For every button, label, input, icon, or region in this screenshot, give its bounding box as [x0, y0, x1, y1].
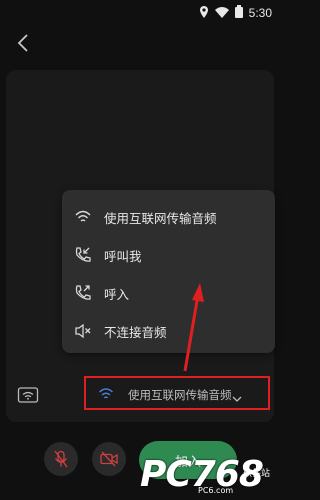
audio-selector-label: 使用互联网传输音频 [128, 388, 232, 402]
watermark-url: PC6.com [198, 486, 234, 495]
phone-incoming-icon [74, 284, 92, 302]
menu-item-label: 使用互联网传输音频 [104, 210, 217, 226]
status-bar: 5:30 [0, 0, 280, 22]
watermark-sub: 软件站 [243, 469, 271, 479]
status-time: 5:30 [248, 5, 272, 20]
wifi-signal-icon [214, 3, 229, 22]
wifi-icon [74, 208, 92, 226]
menu-item-internet-audio[interactable]: 使用互联网传输音频 [62, 198, 275, 236]
share-screen-button[interactable] [17, 386, 39, 406]
battery-icon [234, 3, 243, 22]
audio-options-menu: 使用互联网传输音频 呼叫我 呼入 不连接音频 [62, 190, 275, 353]
audio-source-selector[interactable]: 使用互联网传输音频 [84, 376, 270, 410]
menu-item-no-audio[interactable]: 不连接音频 [62, 312, 275, 350]
phone-callback-icon [74, 246, 92, 264]
mic-off-icon [54, 450, 68, 468]
menu-item-dial-in[interactable]: 呼入 [62, 274, 275, 312]
menu-item-call-me[interactable]: 呼叫我 [62, 236, 275, 274]
mute-mic-button[interactable] [44, 442, 78, 476]
share-screen-icon [17, 387, 39, 403]
video-off-icon [100, 451, 118, 467]
speaker-mute-icon [74, 322, 92, 340]
wifi-icon [98, 386, 114, 405]
menu-item-label: 呼叫我 [104, 248, 142, 264]
chevron-left-icon [17, 34, 28, 52]
menu-item-label: 不连接音频 [104, 324, 167, 340]
back-button[interactable] [14, 32, 34, 54]
location-icon [199, 3, 209, 22]
status-icons: 5:30 [199, 3, 272, 22]
menu-item-label: 呼入 [104, 286, 130, 302]
chevron-down-icon [232, 388, 242, 407]
camera-off-button[interactable] [92, 442, 126, 476]
